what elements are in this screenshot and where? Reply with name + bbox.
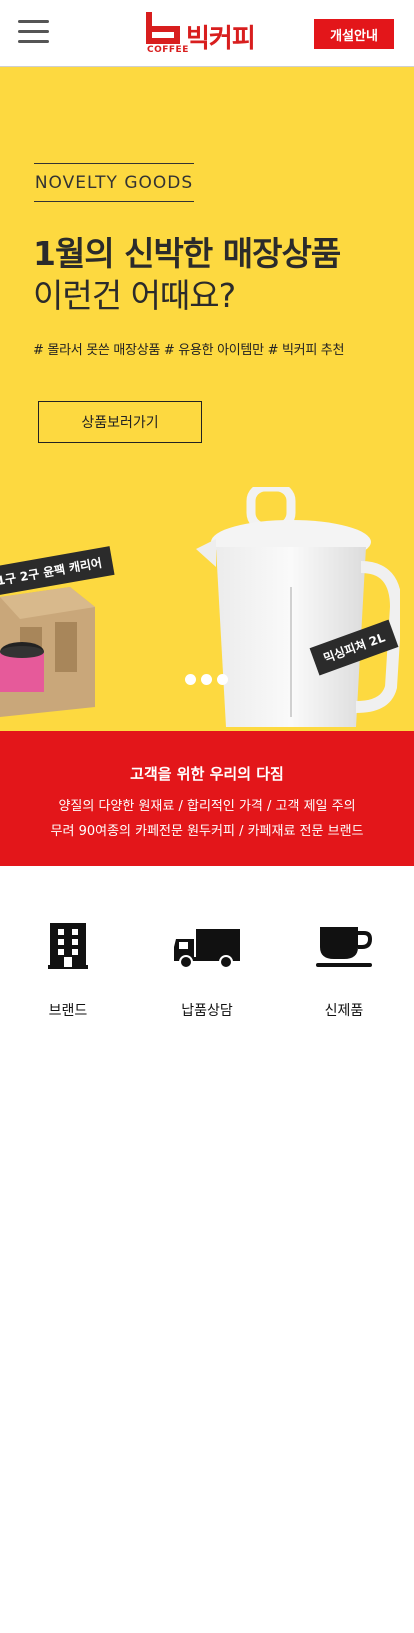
logo[interactable]: COFFEE 빅커피 bbox=[146, 12, 272, 56]
promise-line-2: 무려 90여종의 카페전문 원두커피 / 카페재료 전문 브랜드 bbox=[50, 824, 364, 839]
site-header: COFFEE 빅커피 개설안내 bbox=[0, 0, 414, 67]
menu-label-brand: 브랜드 bbox=[48, 1003, 88, 1019]
hero-kicker: NOVELTY GOODS bbox=[34, 163, 194, 202]
hero-title: 1월의 신박한 매장상품 bbox=[33, 234, 341, 273]
promise-line-1: 양질의 다양한 원재료 / 합리적인 가격 / 고객 제일 주의 bbox=[58, 799, 356, 814]
slider-dots bbox=[185, 674, 228, 685]
hamburger-menu-icon[interactable] bbox=[18, 20, 49, 44]
promise-section: 고객을 위한 우리의 다짐 양질의 다양한 원재료 / 합리적인 가격 / 고객… bbox=[0, 731, 414, 866]
quick-menu: 브랜드 납품상담 신제품 bbox=[0, 866, 414, 1633]
hero-hashtags: # 몰라서 못쓴 매장상품 # 유용한 아이템만 # 빅커피 추천 bbox=[33, 343, 345, 358]
menu-item-delivery[interactable]: 납품상담 bbox=[147, 921, 267, 1021]
franchise-info-button[interactable]: 개설안내 bbox=[314, 19, 394, 49]
slider-dot-2[interactable] bbox=[201, 674, 212, 685]
mixing-pitcher-image bbox=[196, 487, 400, 727]
menu-item-new-products[interactable]: 신제품 bbox=[284, 921, 404, 1021]
slider-dot-3[interactable] bbox=[217, 674, 228, 685]
coffee-cup-icon bbox=[316, 927, 372, 967]
logo-name: 빅커피 bbox=[186, 24, 256, 54]
menu-item-brand[interactable]: 브랜드 bbox=[8, 921, 128, 1021]
menu-label-delivery: 납품상담 bbox=[181, 1003, 233, 1019]
hero-subtitle: 이런건 어때요? bbox=[33, 276, 236, 315]
menu-label-new-products: 신제품 bbox=[324, 1003, 364, 1019]
logo-sub-text: COFFEE bbox=[147, 45, 189, 55]
promise-title: 고객을 위한 우리의 다짐 bbox=[130, 765, 284, 783]
truck-icon bbox=[174, 929, 240, 969]
slider-dot-1[interactable] bbox=[185, 674, 196, 685]
shop-products-button[interactable]: 상품보러가기 bbox=[38, 401, 202, 443]
hero-banner: NOVELTY GOODS 1월의 신박한 매장상품 이런건 어때요? # 몰라… bbox=[0, 67, 414, 731]
building-icon bbox=[48, 923, 88, 969]
